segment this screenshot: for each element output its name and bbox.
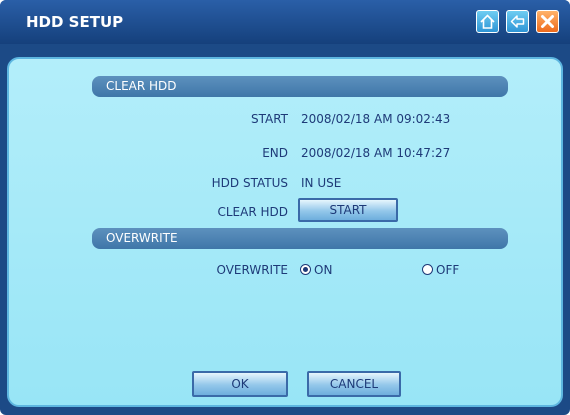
settings-panel: CLEAR HDD START 2008/02/18 AM 09:02:43 E… bbox=[7, 57, 563, 407]
clear-hdd-start-button[interactable]: START bbox=[298, 198, 398, 222]
close-button[interactable] bbox=[536, 10, 559, 33]
overwrite-section-header: OVERWRITE bbox=[92, 228, 508, 249]
home-button[interactable] bbox=[476, 10, 499, 33]
overwrite-label: OVERWRITE bbox=[216, 263, 288, 277]
close-icon bbox=[541, 15, 554, 28]
overwrite-on-radio[interactable] bbox=[300, 264, 311, 275]
clear-hdd-section-title: CLEAR HDD bbox=[106, 79, 177, 93]
hdd-status-value: IN USE bbox=[301, 176, 342, 190]
clear-hdd-section-header: CLEAR HDD bbox=[92, 76, 508, 97]
end-time-label: END bbox=[262, 146, 288, 160]
cancel-button[interactable]: CANCEL bbox=[307, 371, 401, 397]
overwrite-off-radio[interactable] bbox=[422, 264, 433, 275]
back-button[interactable] bbox=[506, 10, 529, 33]
start-time-label: START bbox=[250, 112, 288, 126]
end-time-value: 2008/02/18 AM 10:47:27 bbox=[301, 146, 451, 160]
title-bar: HDD SETUP bbox=[0, 0, 570, 44]
start-time-value: 2008/02/18 AM 09:02:43 bbox=[301, 112, 451, 126]
overwrite-on-label[interactable]: ON bbox=[314, 263, 332, 277]
overwrite-section-title: OVERWRITE bbox=[106, 231, 178, 245]
back-arrow-icon bbox=[510, 15, 525, 28]
clear-hdd-label: CLEAR HDD bbox=[217, 205, 288, 219]
overwrite-off-label[interactable]: OFF bbox=[436, 263, 459, 277]
hdd-setup-window: HDD SETUP CLEAR HDD START 2008/02/18 AM … bbox=[0, 0, 570, 415]
home-icon bbox=[480, 14, 495, 29]
ok-button[interactable]: OK bbox=[192, 371, 288, 397]
radio-selected-dot bbox=[303, 267, 308, 272]
window-title: HDD SETUP bbox=[26, 13, 124, 31]
hdd-status-label: HDD STATUS bbox=[211, 176, 288, 190]
